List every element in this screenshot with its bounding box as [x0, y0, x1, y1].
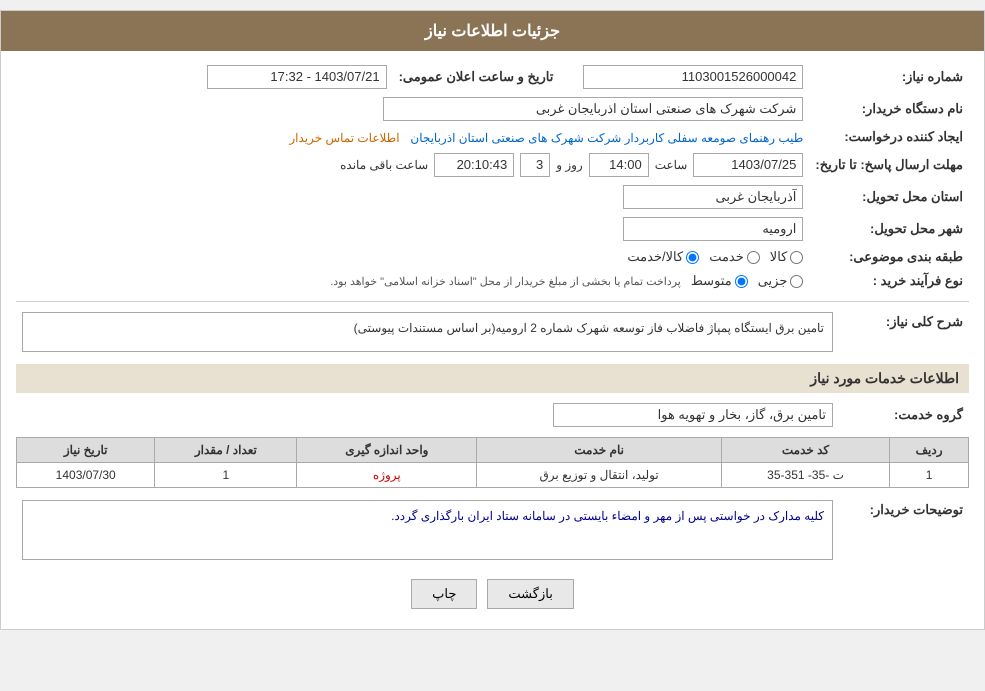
namDastgah-label: نام دستگاه خریدار: [809, 93, 969, 125]
sharh-value: تامین برق ایستگاه پمپاژ فاضلاب فاز توسعه… [22, 312, 833, 352]
radio-kala[interactable]: کالا [770, 249, 804, 265]
back-button[interactable]: بازگشت [487, 579, 573, 609]
noefarayand-label: نوع فرآیند خرید : [809, 269, 969, 293]
shahr-label: شهر محل تحویل: [809, 213, 969, 245]
page-header: جزئیات اطلاعات نیاز [1, 11, 984, 51]
col-nam: نام خدمت [477, 438, 722, 463]
radio-jozyi[interactable]: جزیی [758, 273, 804, 289]
shomareNiaz-label: شماره نیاز: [809, 61, 969, 93]
shahr-value: ارومیه [623, 217, 803, 241]
print-button[interactable]: چاپ [411, 579, 477, 609]
col-kod: کد خدمت [721, 438, 889, 463]
sharh-label: شرح کلی نیاز: [839, 308, 969, 356]
rooz-label: روز و [556, 158, 583, 172]
ostan-label: استان محل تحویل: [809, 181, 969, 213]
notes-label: توضیحات خریدار: [839, 496, 969, 564]
saat-label: ساعت [655, 158, 688, 172]
tabaghe-options: کالا خدمت کالا/خدمت [22, 249, 803, 265]
tabaghe-label: طبقه بندی موضوعی: [809, 245, 969, 269]
mohlat-saat: 14:00 [589, 153, 649, 177]
services-table: ردیف کد خدمت نام خدمت واحد اندازه گیری ت… [16, 437, 969, 488]
radio-khedmat[interactable]: خدمت [709, 249, 760, 265]
namDastgah-value: شرکت شهرک های صنعتی استان اذربایجان غربی [383, 97, 803, 121]
table-row: 1ت -35- 351-35تولید، انتقال و توزیع برقپ… [17, 463, 969, 488]
mohlat-label: مهلت ارسال پاسخ: تا تاریخ: [809, 149, 969, 181]
page-title: جزئیات اطلاعات نیاز [425, 23, 560, 40]
tarikh-elan-value: 1403/07/21 - 17:32 [207, 65, 387, 89]
radio-kala-khedmat[interactable]: کالا/خدمت [627, 249, 699, 265]
rahnama-link[interactable]: طیب رهنمای صومعه سفلی کاربردار شرکت شهرک… [410, 131, 803, 145]
farayand-description: پرداخت تمام یا بخشی از مبلغ خریدار از مح… [330, 275, 681, 288]
ostan-value: آذربایجان غربی [623, 185, 803, 209]
group-khedmat-value: تامین برق، گاز، بخار و تهویه هوا [553, 403, 833, 427]
ijadKonande-label: ایجاد کننده درخواست: [809, 125, 969, 149]
col-tarikh: تاریخ نیاز [17, 438, 155, 463]
mohlat-baghimande: 20:10:43 [434, 153, 514, 177]
col-vahed: واحد اندازه گیری [297, 438, 477, 463]
col-radif: ردیف [890, 438, 969, 463]
farayand-options: جزیی متوسط [691, 273, 804, 289]
buttons-row: بازگشت چاپ [16, 579, 969, 609]
notes-value: کلیه مدارک در خواستی پس از مهر و امضاء ب… [22, 500, 833, 560]
tamas-khardar-link[interactable]: اطلاعات تماس خریدار [289, 131, 399, 145]
shomareNiaz-value: 1103001526000042 [583, 65, 803, 89]
radio-motavasset[interactable]: متوسط [691, 273, 748, 289]
mohlat-date: 1403/07/25 [693, 153, 803, 177]
mohlat-rooz: 3 [520, 153, 550, 177]
col-tedad: تعداد / مقدار [155, 438, 297, 463]
tarikh-elan-label: تاریخ و ساعت اعلان عمومی: [393, 61, 560, 93]
baghimande-label: ساعت باقی مانده [340, 158, 428, 172]
group-khedmat-label: گروه خدمت: [839, 399, 969, 431]
services-section-title: اطلاعات خدمات مورد نیاز [16, 364, 969, 393]
